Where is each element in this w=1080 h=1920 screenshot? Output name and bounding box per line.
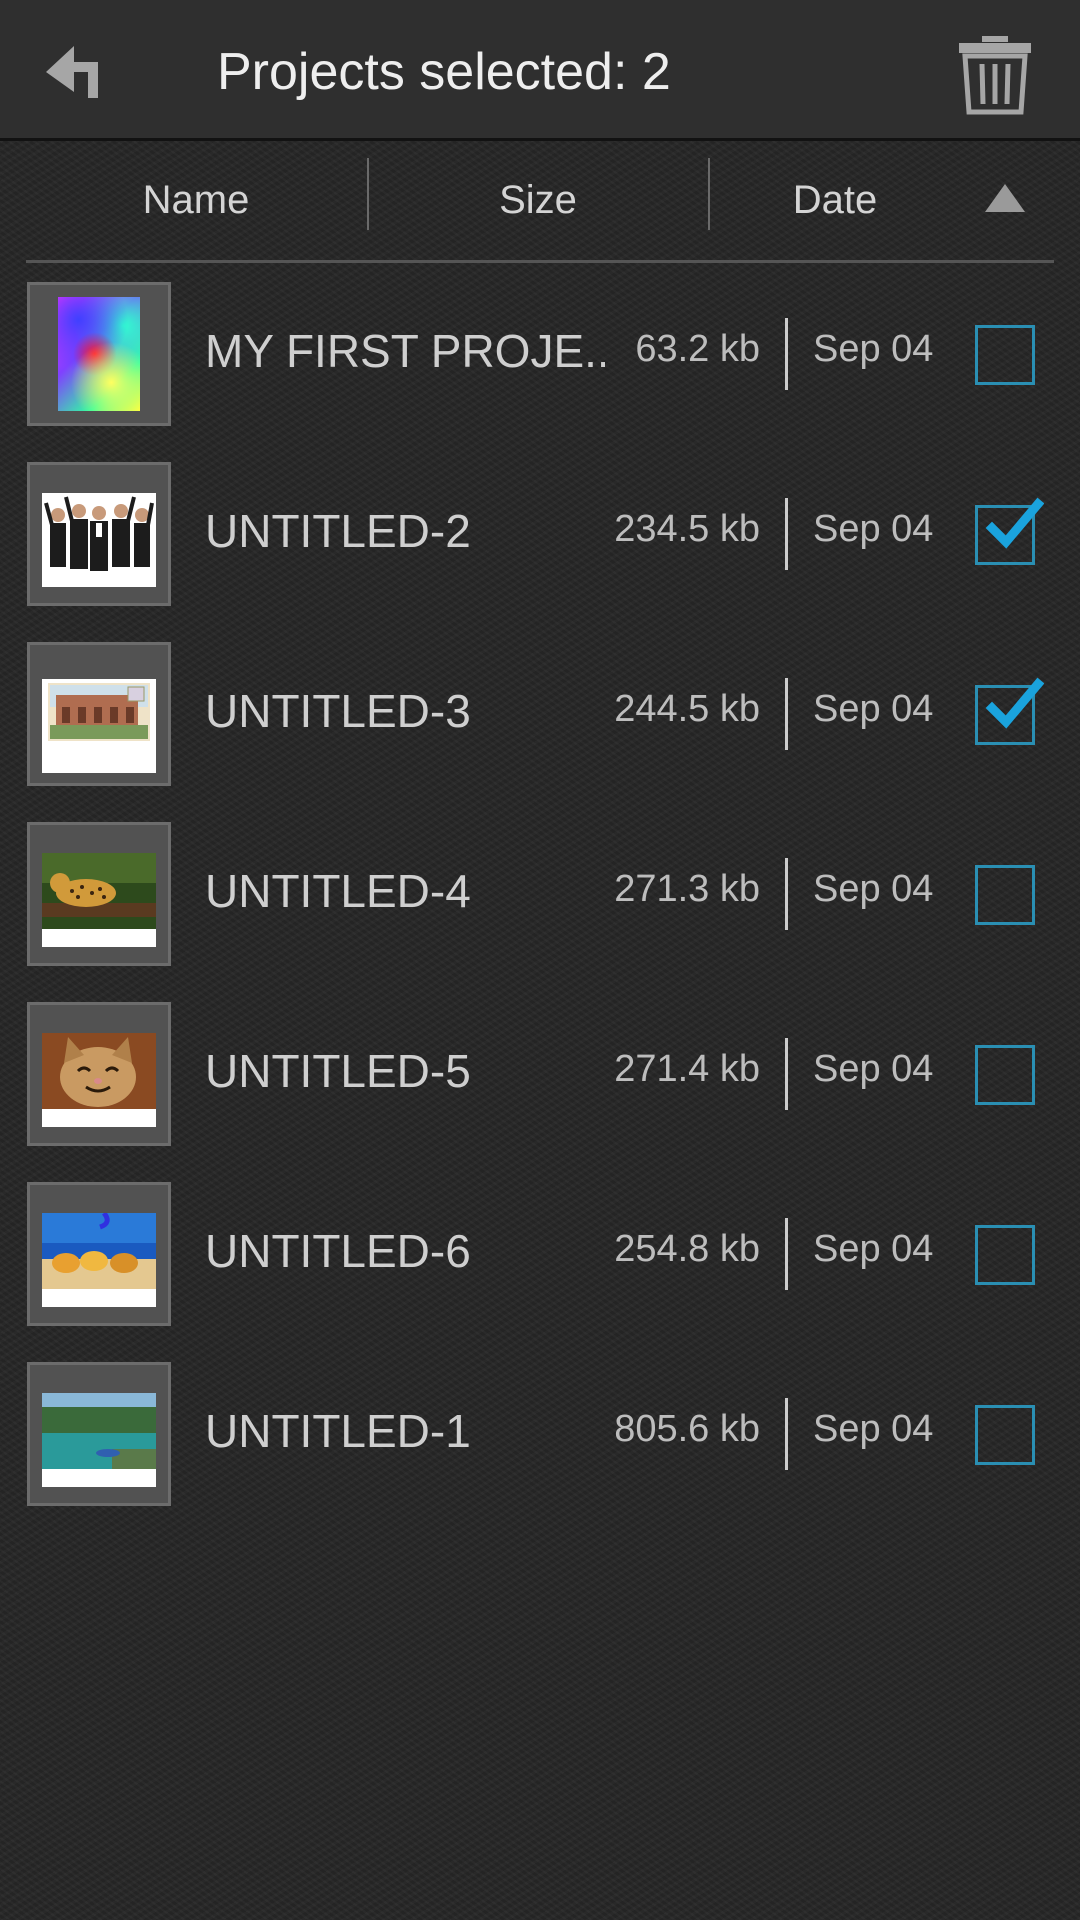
project-name: UNTITLED-1 (205, 1405, 471, 1457)
thumbnail-frame (27, 462, 171, 606)
row-divider (785, 858, 788, 930)
row-divider (785, 318, 788, 390)
thumbnail-frame (27, 1362, 171, 1506)
sort-by-name-button[interactable]: Name (26, 170, 366, 230)
select-checkbox[interactable] (975, 1225, 1035, 1285)
project-thumbnail (58, 297, 140, 411)
project-size: 271.4 kb (614, 1048, 760, 1090)
header-divider (26, 260, 1054, 263)
row-divider (785, 1038, 788, 1110)
project-row-2[interactable]: UNTITLED-2 234.5 kb Sep 04 (0, 462, 1080, 642)
sort-bar: Name Size Date (0, 144, 1080, 264)
project-date: Sep 04 (813, 1048, 934, 1090)
project-row-1[interactable]: MY FIRST PROJE... 63.2 kb Sep 04 (0, 282, 1080, 462)
select-checkbox[interactable] (975, 497, 1044, 565)
project-row-7[interactable]: UNTITLED-1 805.6 kb Sep 04 (0, 1362, 1080, 1542)
thumbnail-frame (27, 282, 171, 426)
project-date: Sep 04 (813, 868, 934, 910)
project-name: UNTITLED-6 (205, 1225, 471, 1277)
project-name: UNTITLED-2 (205, 505, 471, 557)
row-divider (785, 498, 788, 570)
project-row-5[interactable]: UNTITLED-5 271.4 kb Sep 04 (0, 1002, 1080, 1182)
select-checkbox[interactable] (975, 677, 1044, 745)
project-date: Sep 04 (813, 1228, 934, 1270)
delete-button[interactable] (955, 32, 1035, 118)
row-divider (785, 678, 788, 750)
select-checkbox[interactable] (975, 865, 1035, 925)
thumbnail-frame (27, 1002, 171, 1146)
trash-icon (959, 36, 1031, 115)
row-divider (785, 1218, 788, 1290)
sort-by-date-button[interactable]: Date (710, 170, 960, 230)
project-thumbnail (42, 679, 156, 773)
select-checkbox[interactable] (975, 325, 1035, 385)
checkmark-icon (985, 677, 1044, 729)
project-name: UNTITLED-3 (205, 685, 471, 737)
select-checkbox[interactable] (975, 1405, 1035, 1465)
project-date: Sep 04 (813, 688, 934, 730)
top-action-bar: Projects selected: 2 (0, 0, 1080, 141)
project-thumbnail (42, 493, 156, 587)
project-size: 805.6 kb (614, 1408, 760, 1450)
project-size: 254.8 kb (614, 1228, 760, 1270)
project-name: UNTITLED-4 (205, 865, 471, 917)
project-thumbnail (42, 1393, 156, 1487)
checkmark-icon (985, 497, 1044, 549)
triangle-up-icon[interactable] (983, 182, 1027, 214)
project-size: 271.3 kb (614, 868, 760, 910)
thumbnail-frame (27, 642, 171, 786)
project-size: 63.2 kb (635, 328, 760, 370)
project-row-4[interactable]: UNTITLED-4 271.3 kb Sep 04 (0, 822, 1080, 1002)
sort-by-size-button[interactable]: Size (368, 170, 708, 230)
project-size: 234.5 kb (614, 508, 760, 550)
thumbnail-frame (27, 822, 171, 966)
project-date: Sep 04 (813, 328, 934, 370)
project-date: Sep 04 (813, 508, 934, 550)
project-date: Sep 04 (813, 1408, 934, 1450)
project-row-3[interactable]: UNTITLED-3 244.5 kb Sep 04 (0, 642, 1080, 822)
page-title: Projects selected: 2 (217, 43, 671, 101)
project-size: 244.5 kb (614, 688, 760, 730)
back-arrow-icon (46, 46, 98, 98)
select-checkbox[interactable] (975, 1045, 1035, 1105)
back-button[interactable] (34, 32, 124, 112)
project-row-6[interactable]: UNTITLED-6 254.8 kb Sep 04 (0, 1182, 1080, 1362)
project-thumbnail (42, 1213, 156, 1307)
thumbnail-frame (27, 1182, 171, 1326)
project-name: UNTITLED-5 (205, 1045, 471, 1097)
project-thumbnail (42, 1033, 156, 1127)
row-divider (785, 1398, 788, 1470)
project-name: MY FIRST PROJE... (205, 325, 605, 377)
project-thumbnail (42, 853, 156, 947)
